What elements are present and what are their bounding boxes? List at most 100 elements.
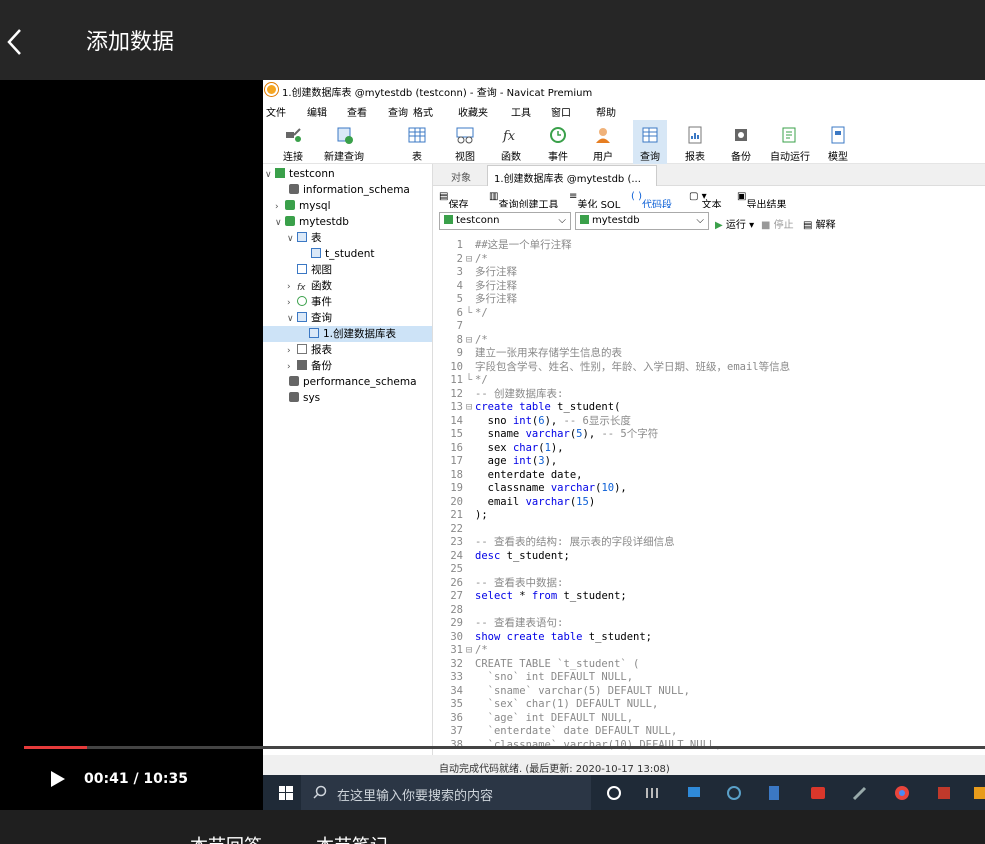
code-line: 10 字段包含学号、姓名、性别，年龄、入学日期、班级，email等信息 xyxy=(450,360,791,373)
toolbar-table[interactable]: 表 xyxy=(403,120,431,164)
query-icon xyxy=(642,127,658,143)
code-text: create table t_student( xyxy=(475,401,621,413)
code-text: desc t_student; xyxy=(475,549,570,562)
tree-node-create-table-query[interactable]: 1.创建数据库表 xyxy=(263,326,432,342)
toolbar-function[interactable]: fx 函数 xyxy=(497,120,525,164)
database-select[interactable]: mytestdb ⌵ xyxy=(575,212,709,230)
menu-file[interactable]: 文件 xyxy=(266,104,286,119)
tree-node-sys[interactable]: sys xyxy=(289,390,320,406)
video-progress-bar[interactable] xyxy=(24,746,985,749)
toolbar-report[interactable]: 报表 xyxy=(681,120,709,164)
menu-favorites[interactable]: 收藏夹 xyxy=(458,104,488,119)
taskbar-app-icon-1[interactable] xyxy=(643,784,661,802)
toolbar-query[interactable]: 查询 xyxy=(633,120,667,164)
save-button[interactable]: ▤ 保存 xyxy=(439,191,468,211)
taskbar-app-icon-3[interactable] xyxy=(725,784,743,802)
code-text: 多行注释 xyxy=(475,279,517,292)
code-line: 28 xyxy=(450,603,463,616)
code-line: 33 `sno` int DEFAULT NULL, xyxy=(450,671,634,683)
taskbar-app-icon-8[interactable] xyxy=(971,784,985,802)
taskbar-app-icon-7[interactable] xyxy=(935,784,953,802)
task-view-icon[interactable] xyxy=(605,784,623,802)
beautify-sql-button[interactable]: ≡ 美化 SQL xyxy=(569,191,620,211)
code-text: age int(3), xyxy=(475,455,558,467)
export-results-button[interactable]: ▣ 导出结果 xyxy=(737,191,786,211)
tree-node-events[interactable]: › 事件 xyxy=(287,294,332,310)
tab-objects[interactable]: 对象 xyxy=(451,169,471,184)
menu-help[interactable]: 帮助 xyxy=(596,104,616,119)
tree-node-mytestdb[interactable]: ∨ mytestdb xyxy=(275,214,349,230)
tree-node-information-schema[interactable]: information_schema xyxy=(289,182,410,198)
code-text: `sex` char(1) DEFAULT NULL, xyxy=(475,698,659,710)
tree-node-functions[interactable]: › fx 函数 xyxy=(287,278,332,294)
event-clock-icon xyxy=(550,127,566,143)
windows-start-icon[interactable] xyxy=(279,786,293,800)
menu-query[interactable]: 查询 xyxy=(388,104,408,119)
explain-button[interactable]: ▤ 解释 xyxy=(803,216,836,231)
connection-select[interactable]: testconn ⌵ xyxy=(439,212,571,230)
tree-node-backups[interactable]: › 备份 xyxy=(287,358,332,374)
connection-selector-row: testconn ⌵ mytestdb ⌵ ▶ 运行 ▾ ■ 停止 ▤ 解释 xyxy=(433,208,985,232)
sql-editor[interactable]: 1 ##这是一个单行注释 2 ⊟/* 3 多行注释 4 多行注释 5 多行注释 6 └ */7 8 ⊟/* 9… xyxy=(433,235,985,755)
code-text: -- 查看表的结构: 展示表的字段详细信息 xyxy=(475,536,675,548)
menu-tools[interactable]: 工具 xyxy=(511,104,531,119)
code-text: show create table t_student; xyxy=(475,630,653,643)
toolbar-automation[interactable]: 自动运行 xyxy=(767,120,813,164)
toolbar-event[interactable]: 事件 xyxy=(544,120,572,164)
menu-format[interactable]: 格式 xyxy=(413,104,433,119)
toolbar-connect[interactable]: 连接 xyxy=(275,120,311,164)
tree-node-mysql[interactable]: › mysql xyxy=(275,198,331,214)
code-line: 13 ⊟ create table t_student( xyxy=(450,401,621,413)
back-arrow-icon[interactable] xyxy=(4,26,28,58)
code-text: sno int(6), -- 6显示长度 xyxy=(475,414,631,427)
code-text: sex char(1), xyxy=(475,441,564,454)
run-button[interactable]: ▶ 运行 ▾ xyxy=(715,216,754,231)
video-player[interactable]: 1.创建数据库表 @mytestdb (testconn) - 查询 - Nav… xyxy=(24,80,985,810)
toolbar-view[interactable]: 视图 xyxy=(451,120,479,164)
tree-node-t-student[interactable]: t_student xyxy=(311,246,375,262)
query-builder-button[interactable]: ▥ 查询创建工具 xyxy=(489,191,558,211)
tab-notes[interactable]: 本节笔记 xyxy=(316,832,388,844)
code-text: classname varchar(10), xyxy=(475,482,627,494)
code-line: 6 └ */ xyxy=(456,306,488,319)
chrome-icon[interactable] xyxy=(893,784,911,802)
tree-node-reports[interactable]: › 报表 xyxy=(287,342,332,358)
tab-query[interactable]: 1.创建数据库表 @mytestdb (... xyxy=(487,165,657,186)
menu-edit[interactable]: 编辑 xyxy=(307,104,327,119)
connect-icon xyxy=(286,128,301,142)
page-title: 添加数据 xyxy=(86,30,175,55)
code-line: 31 ⊟/* xyxy=(450,644,488,656)
menu-window[interactable]: 窗口 xyxy=(551,104,571,119)
code-snippet-button[interactable]: ( ) 代码段 xyxy=(631,191,672,211)
code-text: /* xyxy=(475,333,488,346)
tab-query-label: 1.创建数据库表 @mytestdb (... xyxy=(494,174,641,185)
taskbar-app-icon-6[interactable] xyxy=(851,784,869,802)
taskbar-app-icon-5[interactable] xyxy=(809,784,827,802)
taskbar-search[interactable]: 在这里输入你要搜索的内容 xyxy=(301,775,591,810)
tab-answers[interactable]: 本节回答 xyxy=(190,832,262,844)
text-button[interactable]: ▢ 文本 ▾ xyxy=(689,191,722,211)
stop-button[interactable]: ■ 停止 xyxy=(761,216,794,231)
taskbar-app-icon-2[interactable] xyxy=(685,784,703,802)
tree-node-queries[interactable]: ∨ 查询 xyxy=(287,310,332,326)
automation-icon xyxy=(782,127,796,143)
video-time: 00:41 / 10:35 xyxy=(84,771,188,787)
window-titlebar: 1.创建数据库表 @mytestdb (testconn) - 查询 - Nav… xyxy=(263,80,985,100)
toolbar-backup[interactable]: 备份 xyxy=(727,120,755,164)
taskbar-app-icon-4[interactable] xyxy=(765,784,783,802)
tree-node-views[interactable]: 视图 xyxy=(297,262,332,278)
tree-node-performance-schema[interactable]: performance_schema xyxy=(289,374,417,390)
menu-view[interactable]: 查看 xyxy=(347,104,367,119)
toolbar-new-query[interactable]: 新建查询 xyxy=(319,120,369,164)
tree-node-testconn[interactable]: ∨ testconn xyxy=(265,166,335,182)
status-text: 自动完成代码就绪. (最后更新: 2020-10-17 13:08) xyxy=(439,764,670,775)
toolbar-model[interactable]: 模型 xyxy=(821,120,855,164)
toolbar-user[interactable]: 用户 xyxy=(589,120,617,164)
code-text: email varchar(15) xyxy=(475,495,596,508)
bottom-tabs: 本节回答 本节笔记 xyxy=(0,810,985,844)
tree-node-tables[interactable]: ∨ 表 xyxy=(287,230,322,246)
code-line: 9 建立一张用来存储学生信息的表 xyxy=(456,347,622,359)
code-line: 25 xyxy=(450,563,463,575)
code-text: */ xyxy=(475,374,488,386)
play-icon[interactable] xyxy=(50,770,66,788)
